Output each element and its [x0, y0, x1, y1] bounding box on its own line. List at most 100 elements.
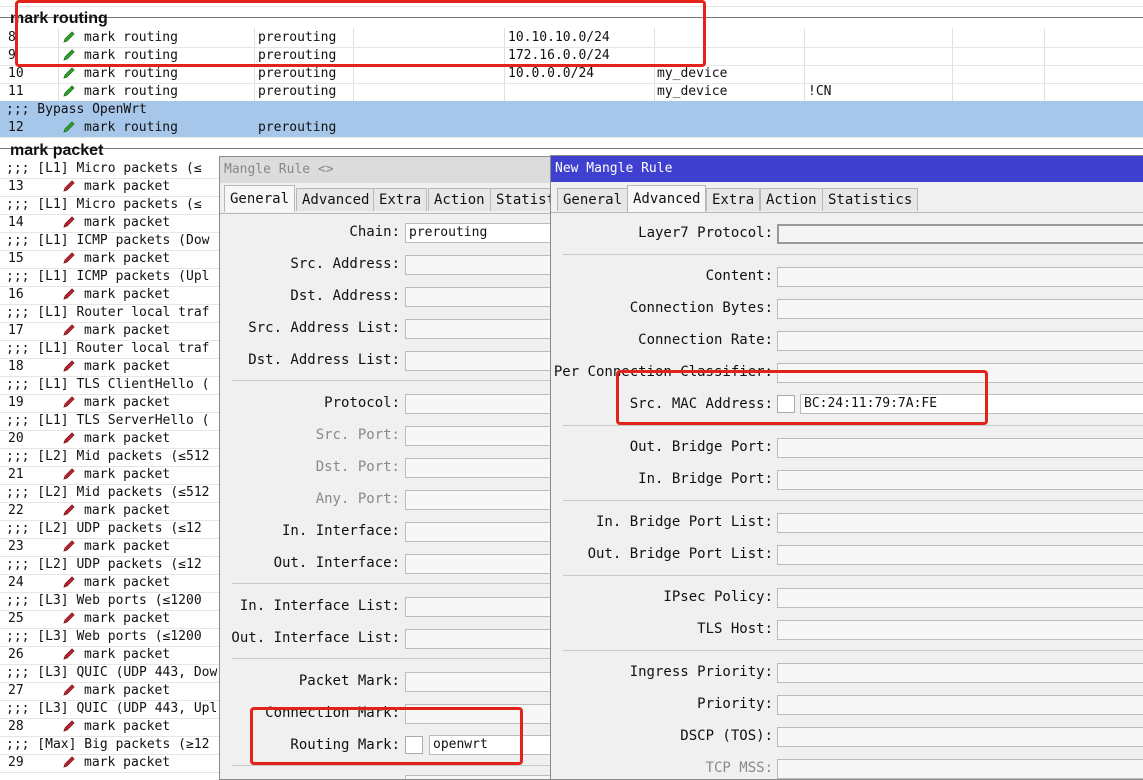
- src-address-label: Src. Address:: [290, 256, 400, 272]
- tab-action[interactable]: Action: [428, 188, 491, 211]
- in-interface-select[interactable]: [405, 522, 560, 542]
- row-action: mark routing: [84, 66, 178, 81]
- tab-underline: [551, 212, 1143, 213]
- row-dst-address: 10.0.0.0/24: [508, 66, 595, 81]
- out-bridge-port-list-select[interactable]: [777, 545, 1143, 565]
- comment-text: ;;; [L3] Web ports (≤1200: [6, 629, 202, 644]
- separator: [232, 765, 560, 766]
- table-row[interactable]: 10 mark routing prerouting 10.0.0.0/24 my_de…: [0, 65, 1143, 84]
- connection-bytes-input[interactable]: [777, 299, 1143, 319]
- comment-text: ;;; [L3] QUIC (UDP 443, Dow: [6, 665, 218, 680]
- row-chain: prerouting: [258, 84, 337, 99]
- comment-text: ;;; [L1] ICMP packets (Dow: [6, 233, 210, 248]
- in-interface-list-select[interactable]: [405, 597, 560, 617]
- row-action: mark packet: [84, 431, 171, 446]
- content-label: Content:: [705, 268, 773, 284]
- connection-rate-input[interactable]: [777, 331, 1143, 351]
- red-pencil-icon: [63, 612, 75, 624]
- comment-text: ;;; [L2] Mid packets (≤512: [6, 485, 210, 500]
- table-row[interactable]: 11 mark routing prerouting my_device !CN: [0, 83, 1143, 102]
- dscp-input[interactable]: [777, 727, 1143, 747]
- in-bridge-port-select[interactable]: [777, 470, 1143, 490]
- ingress-priority-input[interactable]: [777, 663, 1143, 683]
- protocol-select[interactable]: [405, 394, 560, 414]
- row-action: mark packet: [84, 251, 171, 266]
- layer7-select[interactable]: [777, 224, 1143, 244]
- red-pencil-icon: [63, 720, 75, 732]
- tab-general[interactable]: General: [224, 185, 296, 212]
- row-action: mark packet: [84, 575, 171, 590]
- dialog-title[interactable]: Mangle Rule <>: [220, 157, 560, 183]
- separator: [563, 425, 1143, 426]
- comment-text: ;;; [L2] Mid packets (≤512: [6, 449, 210, 464]
- green-pencil-icon: [63, 121, 75, 133]
- bypass-comment-row[interactable]: ;;; Bypass OpenWrt: [0, 101, 1143, 120]
- section-divider: [0, 148, 1143, 149]
- comment-text: ;;; [L3] QUIC (UDP 443, Upl: [6, 701, 218, 716]
- row-number: 15: [8, 251, 24, 266]
- in-bridge-port-list-select[interactable]: [777, 513, 1143, 533]
- connection-rate-label: Connection Rate:: [638, 332, 773, 348]
- comment-text: ;;; [L1] Router local traf: [6, 305, 210, 320]
- comment-text: ;;; [Max] Big packets (≥12: [6, 737, 210, 752]
- tls-host-input[interactable]: [777, 620, 1143, 640]
- row-action: mark packet: [84, 755, 171, 770]
- dst-port-input[interactable]: [405, 458, 560, 478]
- src-address-list-select[interactable]: [405, 319, 560, 339]
- content-input[interactable]: [777, 267, 1143, 287]
- tab-advanced[interactable]: Advanced: [296, 188, 376, 211]
- dialog-title[interactable]: New Mangle Rule: [551, 156, 1143, 182]
- out-bridge-port-select[interactable]: [777, 438, 1143, 458]
- tab-statistics[interactable]: Statistics: [822, 188, 919, 211]
- separator: [563, 650, 1143, 651]
- src-address-list-label: Src. Address List:: [248, 320, 400, 336]
- any-port-input[interactable]: [405, 490, 560, 510]
- comment-text: ;;; [L2] UDP packets (≤12: [6, 521, 202, 536]
- tab-extra[interactable]: Extra: [373, 188, 428, 211]
- protocol-label: Protocol:: [324, 395, 400, 411]
- row-number: 12: [8, 120, 24, 135]
- tcp-mss-input[interactable]: [777, 759, 1143, 779]
- src-port-input[interactable]: [405, 426, 560, 446]
- out-bridge-port-list-label: Out. Bridge Port List:: [587, 546, 773, 562]
- out-interface-list-select[interactable]: [405, 629, 560, 649]
- highlight-box-src-mac: [616, 370, 988, 425]
- chain-select[interactable]: prerouting: [405, 223, 560, 243]
- row-action: mark packet: [84, 467, 171, 482]
- row-number: 23: [8, 539, 24, 554]
- red-pencil-icon: [63, 684, 75, 696]
- dst-address-list-label: Dst. Address List:: [248, 352, 400, 368]
- ipsec-policy-select[interactable]: [777, 588, 1143, 608]
- in-bridge-port-label: In. Bridge Port:: [638, 471, 773, 487]
- green-pencil-icon: [63, 67, 75, 79]
- new-mangle-rule-dialog: New Mangle Rule General Advanced Extra A…: [550, 155, 1143, 780]
- tls-host-label: TLS Host:: [697, 621, 773, 637]
- dst-address-list-select[interactable]: [405, 351, 560, 371]
- row-chain: prerouting: [258, 66, 337, 81]
- packet-mark-select[interactable]: [405, 672, 560, 692]
- comment-text: ;;; Bypass OpenWrt: [6, 102, 147, 117]
- tab-extra[interactable]: Extra: [706, 188, 761, 211]
- dst-address-input[interactable]: [405, 287, 560, 307]
- tab-action[interactable]: Action: [760, 188, 823, 211]
- in-bridge-port-list-label: In. Bridge Port List:: [595, 514, 773, 530]
- row-action: mark packet: [84, 359, 171, 374]
- src-address-input[interactable]: [405, 255, 560, 275]
- dst-address-label: Dst. Address:: [290, 288, 400, 304]
- selected-table-row[interactable]: 12 mark routing prerouting: [0, 119, 1143, 138]
- row-number: 10: [8, 66, 24, 81]
- red-pencil-icon: [63, 648, 75, 660]
- row-action: mark packet: [84, 215, 171, 230]
- tab-general[interactable]: General: [557, 188, 629, 211]
- row-number: 17: [8, 323, 24, 338]
- row-action: mark routing: [84, 120, 178, 135]
- out-bridge-port-label: Out. Bridge Port:: [629, 439, 773, 455]
- tcp-mss-label: TCP MSS:: [705, 760, 773, 776]
- red-pencil-icon: [63, 396, 75, 408]
- comment-text: ;;; [L1] TLS ServerHello (: [6, 413, 210, 428]
- row-number: 16: [8, 287, 24, 302]
- priority-input[interactable]: [777, 695, 1143, 715]
- out-interface-select[interactable]: [405, 554, 560, 574]
- separator: [232, 380, 560, 381]
- tab-advanced[interactable]: Advanced: [627, 185, 707, 212]
